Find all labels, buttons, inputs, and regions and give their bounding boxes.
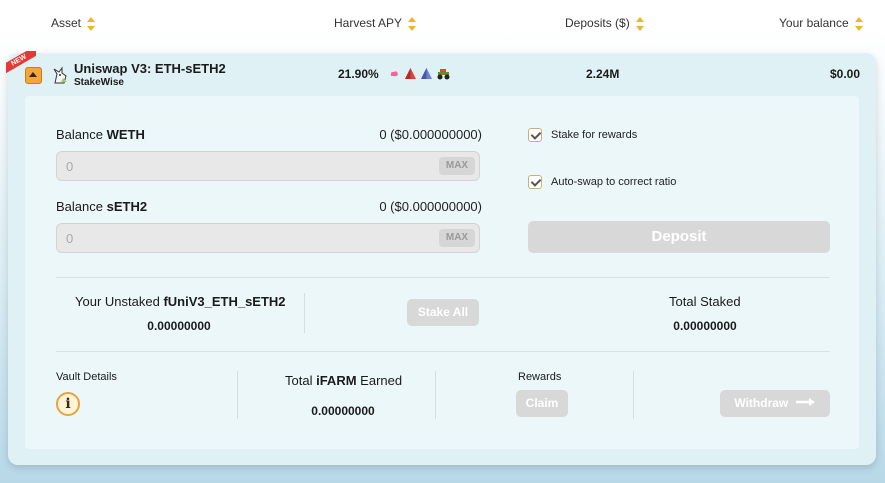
claim-button[interactable]: Claim: [516, 390, 568, 417]
withdraw-label: Withdraw: [734, 396, 789, 410]
uniswap-icon: [388, 67, 401, 80]
unstaked-label: Your Unstaked fUniV3_ETH_sETH2: [75, 294, 286, 309]
unstaked-prefix: Your Unstaked: [75, 294, 160, 309]
deposit-button[interactable]: Deposit: [528, 221, 830, 253]
column-header-balance-label: Your balance: [779, 16, 849, 30]
balance-weth-prefix: Balance: [56, 127, 103, 142]
stake-for-rewards-label: Stake for rewards: [551, 129, 638, 141]
rewards-label: Rewards: [518, 371, 562, 383]
sort-icon: [408, 16, 417, 31]
seth2-amount-input[interactable]: 0 MAX: [56, 223, 480, 253]
weth-amount-placeholder: 0: [66, 159, 74, 174]
max-button[interactable]: MAX: [439, 229, 475, 247]
auto-swap-label: Auto-swap to correct ratio: [551, 176, 677, 188]
arrow-right-icon: [795, 390, 816, 417]
sort-icon: [635, 16, 644, 31]
unstaked-token: fUniV3_ETH_sETH2: [163, 294, 286, 309]
total-staked-value: 0.00000000: [673, 319, 737, 333]
vault-platform: StakeWise: [74, 77, 124, 88]
column-header-asset[interactable]: Asset: [51, 16, 96, 31]
auto-swap-checkbox[interactable]: [528, 175, 542, 189]
divider: [56, 351, 830, 352]
balance-seth2-amount: 0 ($0.000000000): [379, 199, 482, 214]
max-button[interactable]: MAX: [439, 157, 475, 175]
tractor-icon: [436, 67, 450, 80]
unstaked-value: 0.00000000: [147, 319, 211, 333]
stake-for-rewards-checkbox[interactable]: [528, 128, 542, 142]
deposits-value: 2.24M: [586, 67, 620, 81]
blue-triangle-icon: [420, 67, 433, 80]
total-staked-label: Total Staked: [669, 294, 741, 309]
sort-icon: [87, 16, 96, 31]
balance-seth2-token: sETH2: [106, 199, 148, 214]
column-header-deposits[interactable]: Deposits ($): [565, 16, 644, 31]
sort-icon: [854, 16, 863, 31]
balance-seth2-label: Balance sETH2: [56, 199, 147, 214]
vault-name: Uniswap V3: ETH-sETH2: [74, 61, 226, 76]
divider: [237, 371, 238, 419]
balance-weth-label: Balance WETH: [56, 127, 145, 142]
balance-seth2-prefix: Balance: [56, 199, 103, 214]
divider: [633, 371, 634, 419]
earned-label: Total iFARM Earned: [285, 373, 402, 388]
column-header-apy-label: Harvest APY: [334, 16, 403, 30]
vault-details-panel: Balance WETH 0 ($0.000000000) 0 MAX Bala…: [25, 96, 859, 449]
divider: [435, 371, 436, 419]
withdraw-button[interactable]: Withdraw: [720, 390, 830, 417]
weth-amount-input[interactable]: 0 MAX: [56, 151, 480, 181]
apy-value: 21.90%: [338, 67, 379, 81]
divider: [304, 293, 305, 333]
red-triangle-icon: [404, 67, 417, 80]
vault-details-label: Vault Details: [56, 371, 117, 383]
divider: [56, 277, 830, 278]
earned-value: 0.00000000: [311, 404, 375, 418]
balance-weth-amount: 0 ($0.000000000): [379, 127, 482, 142]
earned-token: iFARM: [316, 373, 357, 388]
seth2-amount-placeholder: 0: [66, 231, 74, 246]
vault-card: NEW Uniswap V3: ETH-sETH2 StakeWise 21.9…: [6, 51, 876, 465]
column-header-balance[interactable]: Your balance: [779, 16, 863, 31]
your-balance-value: $0.00: [829, 67, 860, 81]
earned-prefix: Total: [285, 373, 313, 388]
balance-weth-token: WETH: [106, 127, 145, 142]
collapse-button[interactable]: [25, 67, 42, 84]
info-icon[interactable]: i: [56, 392, 80, 416]
column-header-asset-label: Asset: [51, 16, 82, 30]
earned-suffix: Earned: [360, 373, 403, 388]
stake-all-button[interactable]: Stake All: [407, 299, 479, 326]
unicorn-logo-icon: [53, 66, 67, 84]
column-header-apy[interactable]: Harvest APY: [334, 16, 417, 31]
column-header-deposits-label: Deposits ($): [565, 16, 630, 30]
